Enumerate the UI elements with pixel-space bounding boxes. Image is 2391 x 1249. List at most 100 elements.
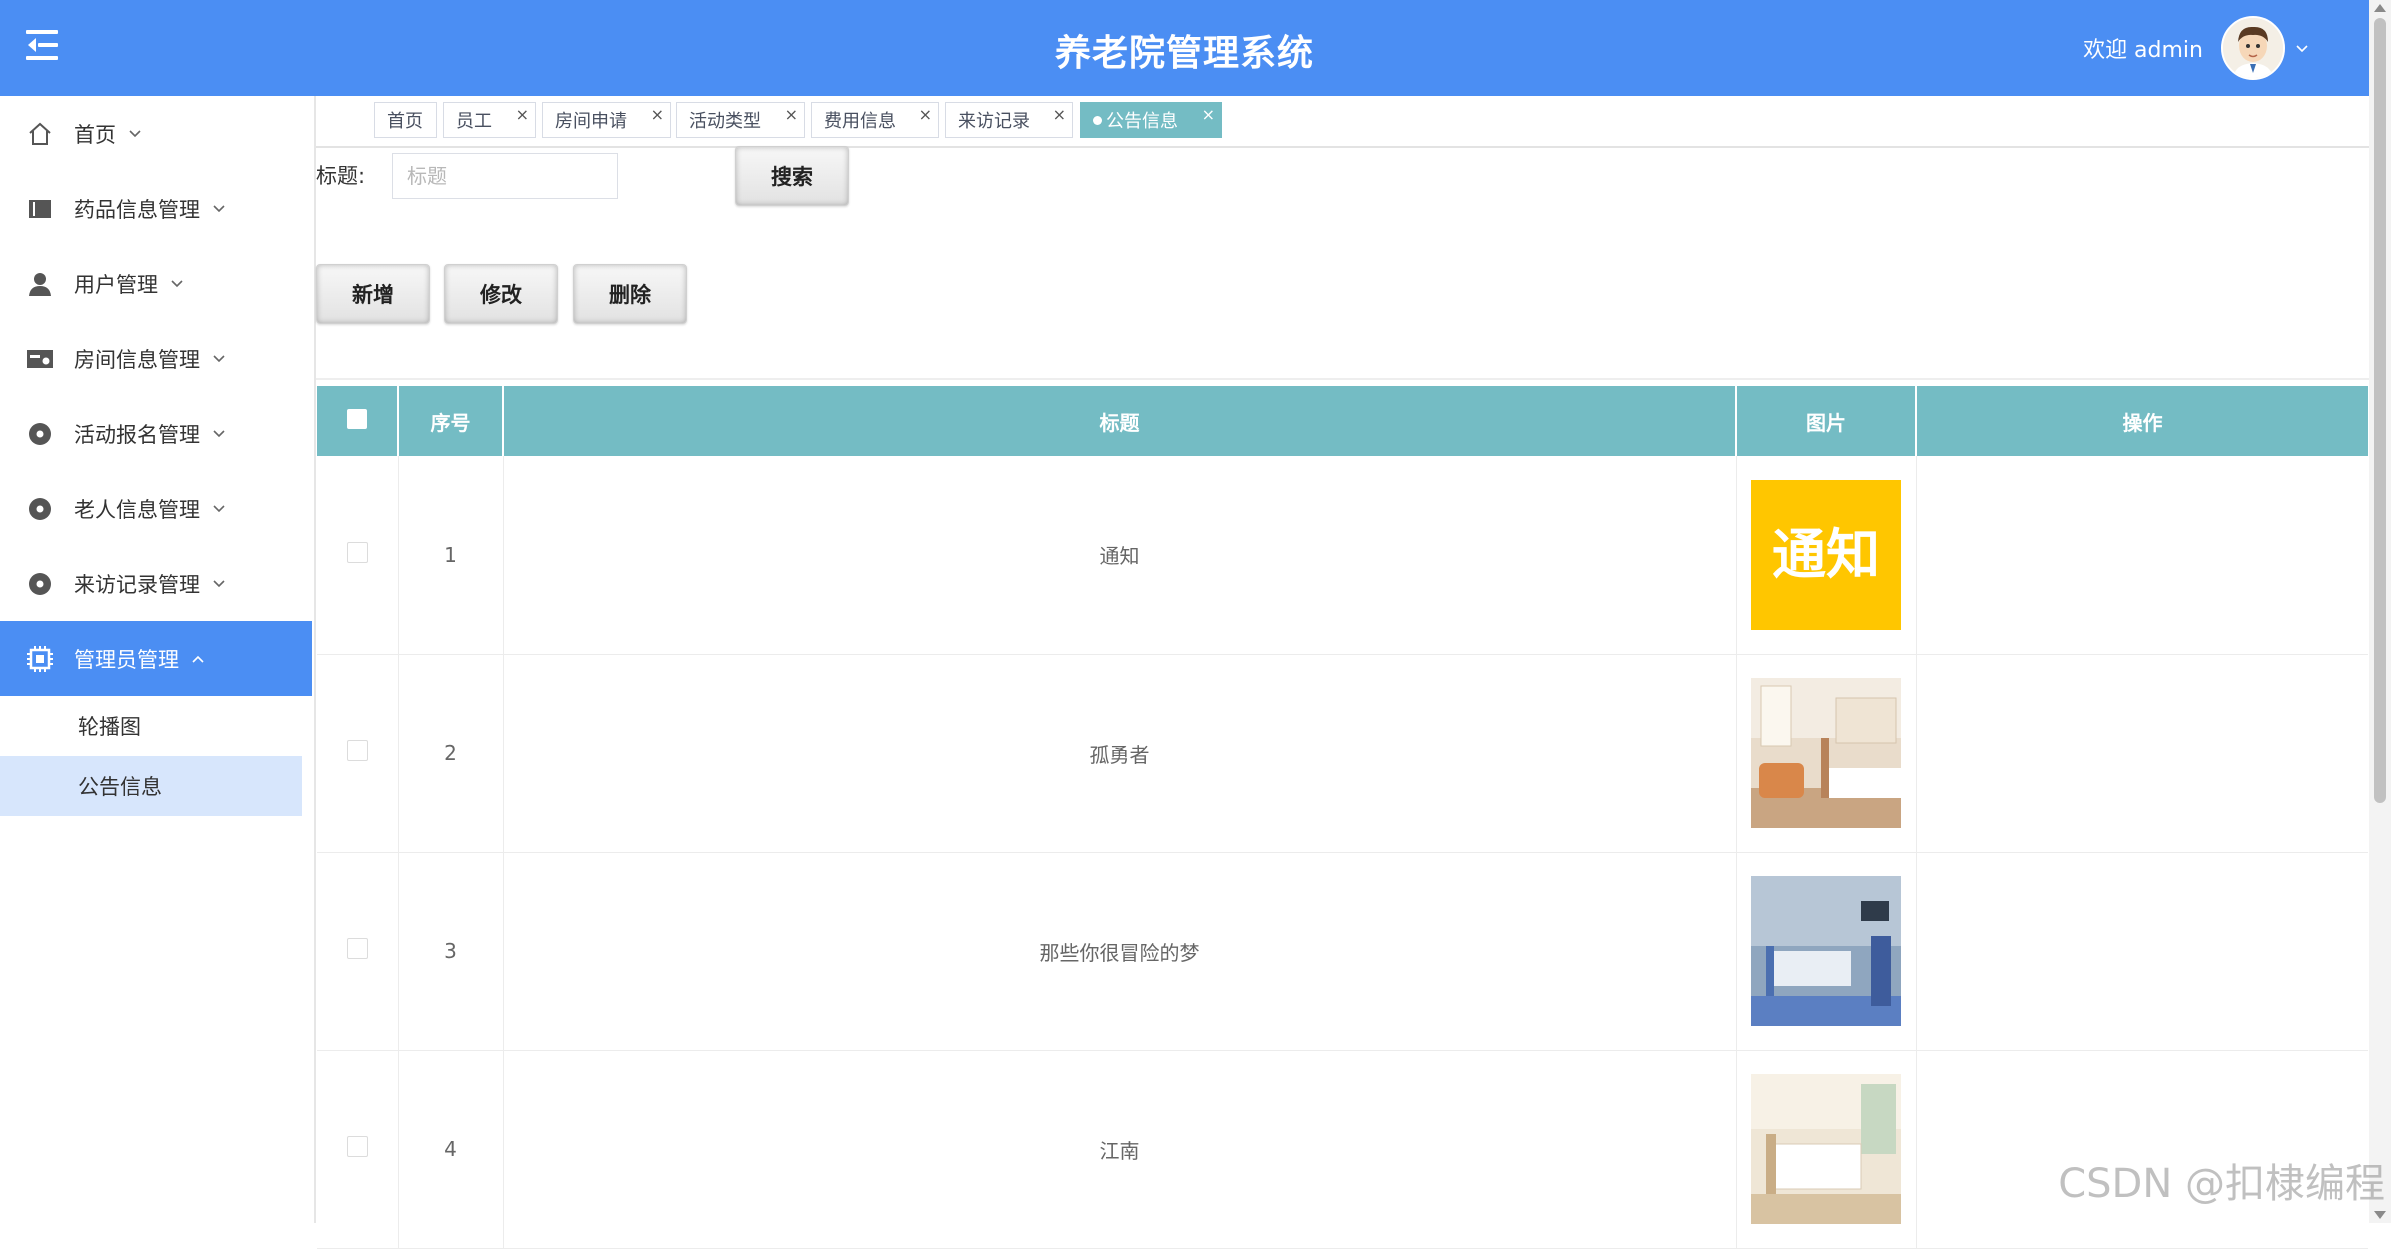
sidebar-subitem-label: 公告信息 [78,775,162,799]
sidebar-item-elderly[interactable]: 老人信息管理 [0,471,314,546]
sidebar-item-rooms[interactable]: 房间信息管理 [0,321,314,396]
ward-photo[interactable] [1751,876,1901,1026]
sidebar-subitem-label: 轮播图 [78,715,141,739]
welcome-text: 欢迎 admin [2083,38,2203,63]
tab-bar: 首页 员工 × 房间申请 × 活动类型 × 费用信息 × 来访记录 × 公告信息… [316,96,2369,148]
row-image-cell [1736,852,1917,1050]
select-all-checkbox[interactable] [347,408,367,429]
column-header-index: 序号 [398,386,504,456]
close-icon[interactable]: × [651,107,664,123]
table-row[interactable]: 3 那些你很冒险的梦 [317,852,2368,1050]
row-index: 4 [398,1050,504,1248]
chevron-down-icon [213,354,225,362]
notice-image-text: 通知 [1772,522,1880,586]
sidebar-item-label: 药品信息管理 [74,197,200,222]
home-icon [26,120,54,148]
tab-staff[interactable]: 员工 × [443,102,536,138]
page-scrollbar[interactable] [2369,0,2391,1223]
sidebar-item-label: 房间信息管理 [74,347,200,372]
tab-label: 员工 [456,111,492,132]
column-header-title: 标题 [503,386,1737,456]
tab-label: 公告信息 [1106,111,1178,132]
sidebar-item-label: 老人信息管理 [74,497,200,522]
tab-label: 来访记录 [958,111,1030,132]
chevron-down-icon[interactable] [2295,41,2309,55]
card-icon [26,345,54,373]
chevron-down-icon [171,279,183,287]
row-image-cell: 通知 [1736,456,1917,654]
sidebar-item-label: 活动报名管理 [74,422,200,447]
close-icon[interactable]: × [1053,107,1066,123]
room-photo[interactable] [1751,678,1901,828]
sidebar: 首页 药品信息管理 用户管理 房间信息管理 活动报名管理 老人信息管理 来访记录… [0,96,316,1223]
tab-fee-info[interactable]: 费用信息 × [811,102,939,138]
sidebar-item-users[interactable]: 用户管理 [0,246,314,321]
chevron-down-icon [213,429,225,437]
row-image-cell [1736,654,1917,852]
sidebar-item-visits[interactable]: 来访记录管理 [0,546,314,621]
top-header: 养老院管理系统 欢迎 admin [0,0,2369,96]
chevron-down-icon [213,504,225,512]
notice-image[interactable]: 通知 [1751,479,1901,630]
sidebar-item-activity[interactable]: 活动报名管理 [0,396,314,471]
main-content: 首页 员工 × 房间申请 × 活动类型 × 费用信息 × 来访记录 × 公告信息… [316,96,2369,1248]
watermark: CSDN @扣棣编程 [2058,1161,2385,1207]
row-index: 2 [398,654,504,852]
scroll-down-icon[interactable] [2374,1211,2386,1219]
tab-home[interactable]: 首页 [374,102,437,138]
close-icon[interactable]: × [785,107,798,123]
circle-icon [26,495,54,523]
user-menu[interactable]: 欢迎 admin [2083,12,2309,84]
chevron-up-icon [192,655,204,663]
add-button[interactable]: 新增 [316,264,430,324]
sidebar-item-label: 首页 [74,122,116,147]
column-header-image: 图片 [1736,386,1917,456]
sidebar-item-home[interactable]: 首页 [0,96,314,171]
sidebar-subitem-carousel[interactable]: 轮播图 [0,696,314,756]
row-image-cell [1736,1050,1917,1248]
bedroom-photo[interactable] [1751,1074,1901,1224]
avatar[interactable] [2221,16,2285,80]
tab-label: 房间申请 [555,111,627,132]
notice-table: 序号 标题 图片 操作 1 通知 通知 2 孤勇者 3 那些你很冒险的梦 4 江… [317,386,2368,1249]
row-checkbox[interactable] [346,541,368,563]
circle-icon [26,420,54,448]
sidebar-item-medicine[interactable]: 药品信息管理 [0,171,314,246]
close-icon[interactable]: × [1202,107,1215,123]
select-all-header [317,386,399,456]
title-search-input[interactable] [392,153,618,199]
chip-icon [26,645,54,673]
divider [316,378,2369,380]
row-checkbox[interactable] [346,938,368,959]
table-row[interactable]: 2 孤勇者 [317,654,2368,852]
table-row[interactable]: 1 通知 通知 [317,456,2368,654]
close-icon[interactable]: × [919,107,932,123]
chevron-down-icon [213,579,225,587]
sidebar-item-label: 管理员管理 [74,647,179,672]
row-checkbox[interactable] [346,1136,368,1157]
row-checkbox[interactable] [346,740,368,761]
row-title: 江南 [503,1050,1737,1248]
row-title: 孤勇者 [503,654,1737,852]
row-actions [1916,654,2368,852]
delete-button[interactable]: 删除 [573,264,687,324]
tab-visit-records[interactable]: 来访记录 × [945,102,1073,138]
edit-button[interactable]: 修改 [444,264,558,324]
tab-notice-info[interactable]: 公告信息 × [1080,102,1222,138]
tab-room-apply[interactable]: 房间申请 × [542,102,671,138]
row-title: 通知 [503,456,1737,654]
circle-icon [26,570,54,598]
sidebar-item-label: 用户管理 [74,272,158,297]
scroll-thumb[interactable] [2374,18,2386,803]
search-button[interactable]: 搜索 [735,146,849,206]
sidebar-item-label: 来访记录管理 [74,572,200,597]
table-row[interactable]: 4 江南 [317,1050,2368,1248]
column-header-actions: 操作 [2122,410,2163,435]
sidebar-item-admin[interactable]: 管理员管理 [0,621,312,696]
scroll-up-icon[interactable] [2374,4,2386,12]
close-icon[interactable]: × [516,107,529,123]
tab-activity-type[interactable]: 活动类型 × [676,102,805,138]
sidebar-subitem-notice[interactable]: 公告信息 [0,756,302,816]
row-index: 1 [398,456,504,654]
active-dot-icon [1093,115,1102,125]
